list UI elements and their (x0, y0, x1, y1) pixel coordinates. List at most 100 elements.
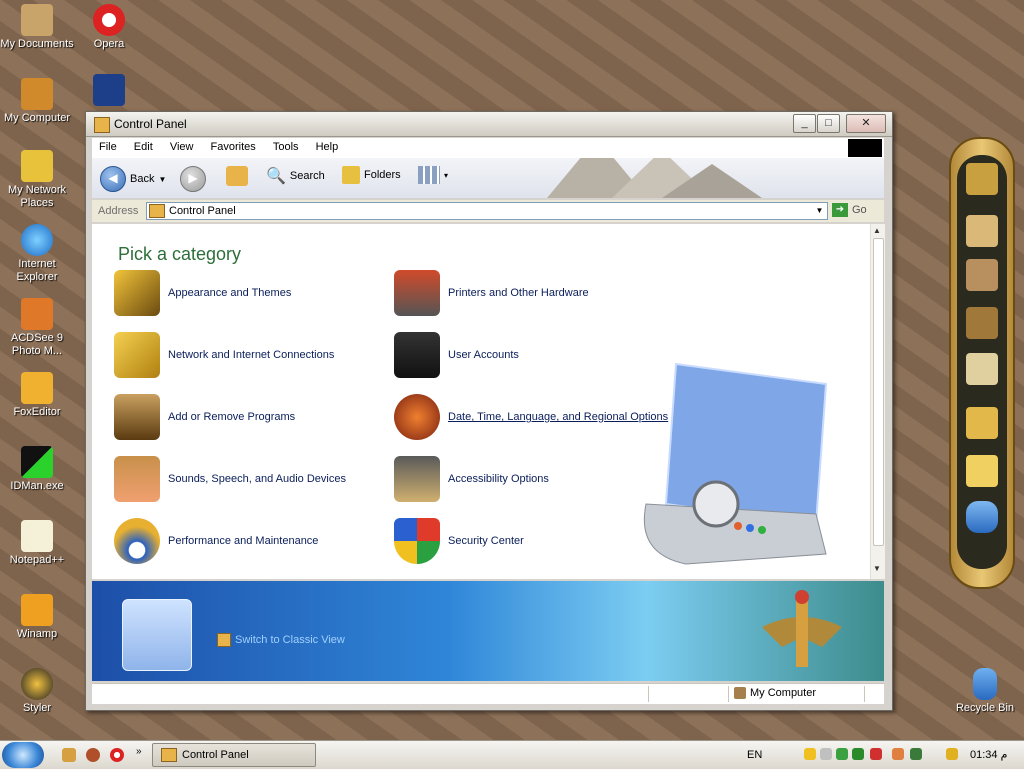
up-button[interactable] (226, 166, 248, 186)
go-label: Go (852, 204, 867, 216)
back-button[interactable]: ◀ Back ▼ (100, 166, 166, 192)
security-shield-icon[interactable] (804, 748, 816, 760)
go-button[interactable]: ➜ Go (832, 203, 867, 217)
desktop-icon-notepadpp[interactable]: Notepad++ (0, 520, 74, 567)
category-add-remove-programs[interactable]: Add or Remove Programs (114, 394, 295, 440)
category-security-center[interactable]: Security Center (394, 518, 524, 564)
recycle-bin-icon (973, 668, 997, 700)
menu-favorites[interactable]: Favorites (204, 138, 263, 156)
harp-icon[interactable] (966, 307, 998, 339)
printer-icon (394, 270, 440, 316)
opera-icon[interactable] (110, 748, 124, 762)
dock-inner (957, 155, 1007, 569)
desktop-icon-my-documents[interactable]: My Documents (0, 4, 74, 51)
tray-icon[interactable] (910, 748, 922, 760)
menu-help[interactable]: Help (309, 138, 346, 156)
switch-to-classic-view-link[interactable]: Switch to Classic View (217, 633, 345, 647)
desktop-icon-label: Winamp (16, 628, 58, 640)
notepadpp-icon (21, 520, 53, 552)
desktop-icon-idman[interactable]: IDMan.exe (0, 446, 74, 493)
minimize-button[interactable]: _ (793, 114, 816, 133)
recycle-icon[interactable] (966, 501, 998, 533)
foxeditor-icon (21, 372, 53, 404)
internet-explorer-icon (21, 224, 53, 256)
registry-icon[interactable] (966, 455, 998, 487)
appearance-icon (114, 270, 160, 316)
scroll-down-arrow-icon[interactable]: ▼ (873, 564, 881, 573)
desktop-icon-my-network-places[interactable]: My Network Places (0, 150, 74, 210)
close-button[interactable]: ✕ (846, 114, 886, 133)
category-performance-maintenance[interactable]: Performance and Maintenance (114, 518, 318, 564)
bottom-banner: Switch to Classic View (92, 581, 884, 681)
tray-icon[interactable] (836, 748, 848, 760)
address-dropdown-button[interactable]: ▼ (812, 203, 827, 219)
category-label: Performance and Maintenance (168, 535, 319, 547)
menu-tools[interactable]: Tools (266, 138, 306, 156)
tray-icon[interactable] (870, 748, 882, 760)
desktop-icon-my-computer[interactable]: My Computer (0, 78, 74, 125)
title-bar[interactable]: Control Panel _ □ ✕ (86, 112, 892, 137)
folders-button[interactable]: Folders (342, 166, 401, 184)
control-panel-window: Control Panel _ □ ✕ File Edit View Favor… (85, 111, 893, 711)
desktop-icon-label: Internet Explorer (16, 258, 58, 283)
desktop-icon-label: Notepad++ (9, 554, 65, 566)
search-icon: 🔍 (266, 168, 286, 185)
desktop-icon-foxeditor[interactable]: FoxEditor (0, 372, 74, 419)
menu-view[interactable]: View (163, 138, 201, 156)
folder-icon (94, 117, 110, 133)
category-accessibility[interactable]: Accessibility Options (394, 456, 549, 502)
status-separator (864, 686, 865, 702)
tray-icon[interactable] (820, 748, 832, 760)
desktop-icon-acdsee[interactable]: ACDSee 9 Photo M... (0, 298, 74, 358)
accessibility-icon (394, 456, 440, 502)
scroll-up-arrow-icon[interactable]: ▲ (873, 226, 881, 235)
desktop-icon-internet-explorer[interactable]: Internet Explorer (0, 224, 74, 284)
scribe-icon[interactable] (966, 259, 998, 291)
quicklaunch-icon[interactable] (86, 748, 100, 762)
start-button[interactable] (2, 742, 44, 768)
category-printers-hardware[interactable]: Printers and Other Hardware (394, 270, 589, 316)
status-bar: My Computer (92, 683, 884, 704)
menu-edit[interactable]: Edit (127, 138, 160, 156)
pyramids-icon[interactable] (966, 215, 998, 247)
desktop-icon-winamp[interactable]: Winamp (0, 594, 74, 641)
category-appearance-themes[interactable]: Appearance and Themes (114, 270, 291, 316)
desktop-icon-recycle-bin[interactable]: Recycle Bin (948, 668, 1022, 715)
category-label: User Accounts (448, 349, 519, 361)
switch-view-label: Switch to Classic View (235, 634, 345, 646)
desktop-icon-styler[interactable]: Styler (0, 668, 74, 715)
views-button[interactable]: ▾ (418, 166, 448, 184)
tray-icon[interactable] (892, 748, 904, 760)
menu-file[interactable]: File (92, 138, 124, 156)
desktop-icon-label: Opera (93, 38, 125, 50)
tools-icon[interactable] (966, 407, 998, 439)
system-clock[interactable]: 01:34 م (970, 748, 1007, 761)
status-separator (728, 686, 729, 702)
taskbar-button-control-panel[interactable]: Control Panel (152, 743, 316, 767)
tray-icon[interactable] (946, 748, 958, 760)
control-panel-small-icon (122, 599, 192, 671)
desktop-icon-opera[interactable]: Opera (72, 4, 146, 51)
pharaoh-icon[interactable] (966, 163, 998, 195)
play-icon[interactable] (852, 748, 864, 760)
category-user-accounts[interactable]: User Accounts (394, 332, 519, 378)
chevron-down-icon: ▾ (444, 170, 449, 180)
category-label: Security Center (448, 535, 524, 547)
menu-bar: File Edit View Favorites Tools Help (92, 138, 884, 158)
language-indicator[interactable]: EN (747, 749, 762, 761)
chevron-down-icon[interactable]: ▼ (158, 175, 166, 184)
category-network-internet[interactable]: Network and Internet Connections (114, 332, 334, 378)
search-button[interactable]: 🔍 Search (266, 166, 325, 186)
desktop-icon-sld[interactable] (72, 74, 146, 108)
maximize-button[interactable]: □ (817, 114, 840, 133)
address-input[interactable]: Control Panel ▼ (146, 202, 828, 220)
scroll-thumb[interactable] (873, 238, 884, 546)
forward-button[interactable]: ▶ (180, 166, 206, 192)
desktop-icon-label: My Network Places (7, 184, 67, 209)
status-location: My Computer (734, 687, 816, 699)
book-icon[interactable] (966, 353, 998, 385)
vertical-scrollbar[interactable]: ▲ ▼ (870, 224, 885, 579)
quicklaunch-icon[interactable] (62, 748, 76, 762)
quicklaunch-overflow-icon[interactable]: » (136, 746, 142, 757)
category-sounds-speech-audio[interactable]: Sounds, Speech, and Audio Devices (114, 456, 346, 502)
